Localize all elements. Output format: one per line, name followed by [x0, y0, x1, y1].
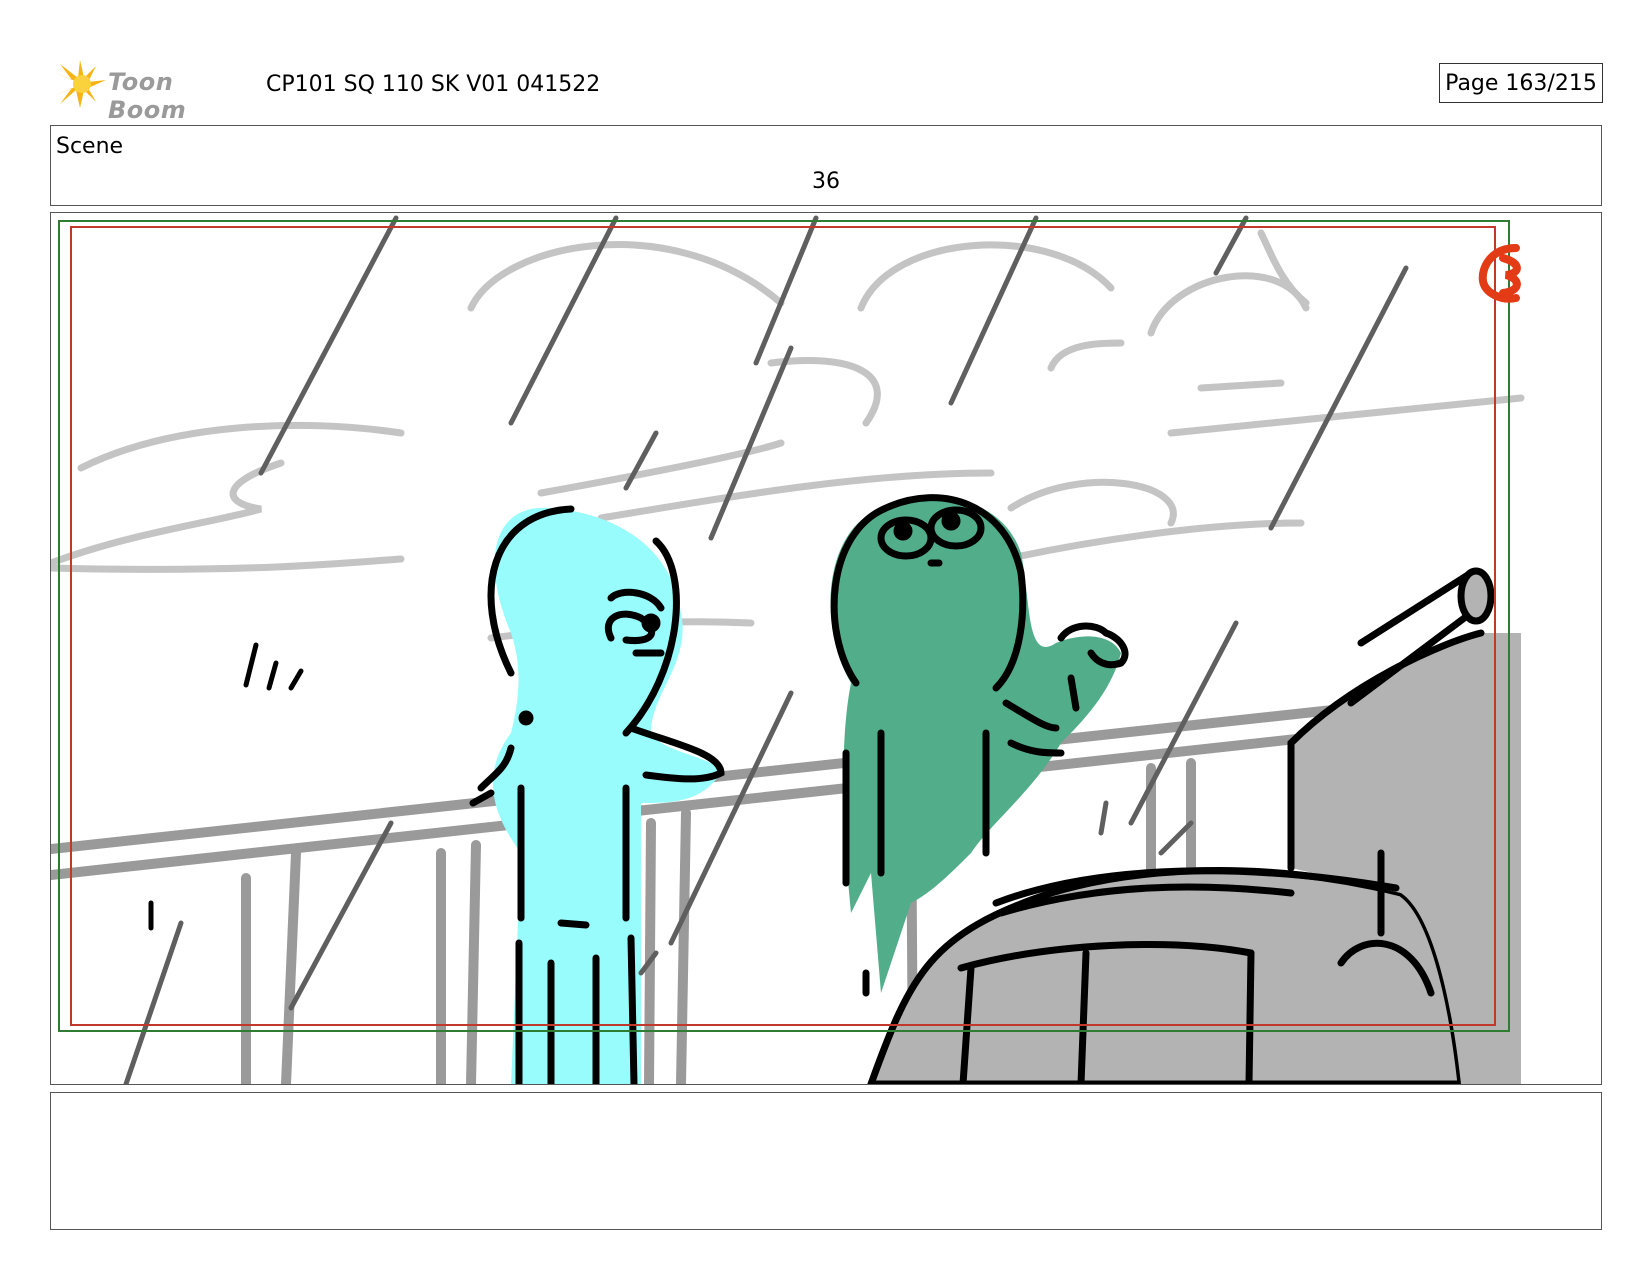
storyboard-panel — [50, 212, 1602, 1085]
toon-boom-logo: Toon Boom — [52, 58, 247, 124]
scene-box: Scene 36 — [50, 125, 1602, 206]
starburst-icon — [54, 60, 106, 108]
page-number: Page 163/215 — [1439, 63, 1603, 103]
scene-number: 36 — [812, 169, 840, 194]
corner-mark-icon — [1478, 244, 1521, 303]
document-title: CP101 SQ 110 SK V01 041522 — [266, 72, 601, 97]
scene-label: Scene — [56, 134, 124, 159]
caption-box — [50, 1092, 1602, 1230]
logo-text: Toon Boom — [108, 68, 187, 124]
motion-marks — [148, 642, 304, 931]
page-header: Toon Boom CP101 SQ 110 SK V01 041522 Pag… — [52, 58, 1612, 124]
panel-drawing — [51, 215, 1525, 1084]
